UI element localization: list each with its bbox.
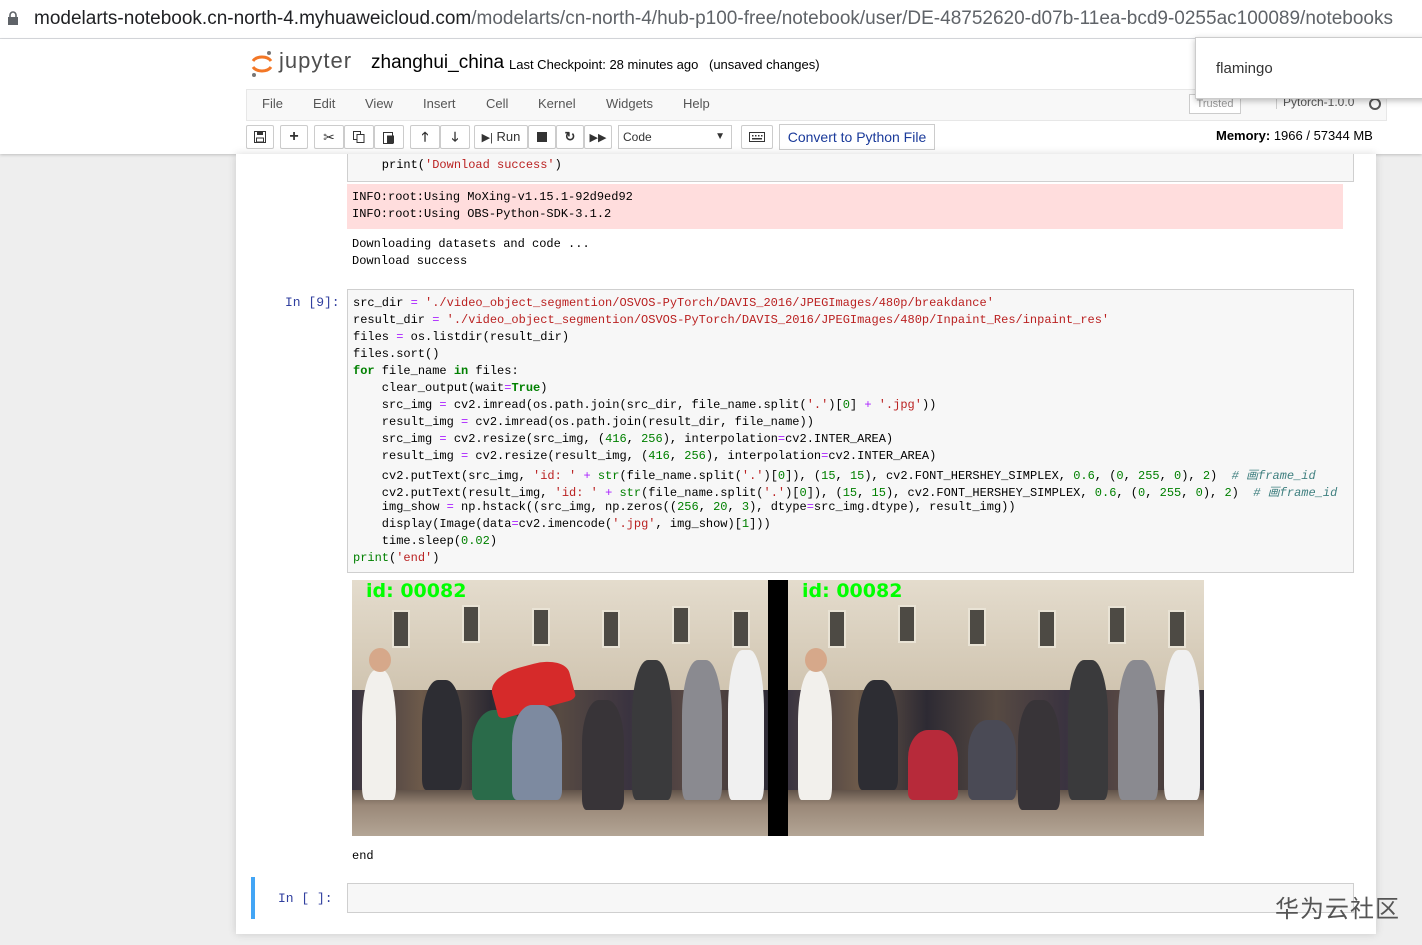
code-line: cv2.putText(src_img, 'id: ' + str(file_n…	[353, 469, 1316, 483]
menu-file[interactable]: File	[262, 96, 283, 111]
code-line: src_img = cv2.resize(src_img, (416, 256)…	[353, 432, 894, 446]
cell-type-select[interactable]: Code ▼	[618, 125, 732, 149]
cell-2-prompt: In [9]:	[285, 295, 340, 310]
cut-icon: ✂	[323, 129, 335, 145]
fast-forward-icon: ▶▶	[589, 132, 607, 144]
stdout-line: Download success	[352, 254, 468, 268]
keyboard-icon	[749, 132, 765, 142]
plus-icon: +	[289, 128, 299, 145]
restart-run-all-button[interactable]: ▶▶	[584, 125, 612, 149]
stderr-output: INFO:root:Using MoXing-v1.15.1-92d9ed92 …	[347, 184, 1343, 229]
code-line: files.sort()	[353, 347, 440, 361]
unsaved-status: (unsaved changes)	[709, 57, 820, 72]
frame-id-label: id: 00082	[366, 580, 467, 602]
stderr-line: INFO:root:Using OBS-Python-SDK-3.1.2	[352, 207, 612, 221]
chevron-down-icon: ▼	[715, 131, 725, 142]
code-line: result_dir = './video_object_segmention/…	[353, 313, 1110, 327]
code-cell-1-input[interactable]: print('Download success')	[347, 154, 1354, 182]
insert-cell-button[interactable]: +	[280, 125, 308, 149]
code-line: clear_output(wait=True)	[353, 381, 548, 395]
run-label: Run	[496, 129, 521, 144]
code-cell-3-input[interactable]	[347, 883, 1354, 913]
stdout-line: Downloading datasets and code ...	[352, 237, 590, 251]
memory-label: Memory:	[1216, 128, 1271, 143]
menu-insert[interactable]: Insert	[423, 96, 456, 111]
watermark-text: 华为云社区	[1275, 895, 1400, 923]
paste-icon	[383, 132, 394, 144]
run-icon: ▶|	[481, 132, 493, 144]
cut-button[interactable]: ✂	[314, 125, 344, 149]
menu-widgets[interactable]: Widgets	[606, 96, 653, 111]
stdout-output: Downloading datasets and code ... Downloa…	[352, 236, 590, 270]
move-down-button[interactable]: 🡓	[440, 125, 470, 149]
image-divider	[768, 580, 788, 836]
arrow-up-icon: 🡑	[421, 129, 429, 144]
url-domain: modelarts-notebook.cn-north-4.myhuaweicl…	[34, 8, 472, 29]
code-line: display(Image(data=cv2.imencode('.jpg', …	[353, 517, 771, 531]
save-button[interactable]	[246, 125, 274, 149]
url-path: /modelarts/cn-north-4/hub-p100-free/note…	[471, 8, 1393, 29]
stderr-line: INFO:root:Using MoXing-v1.15.1-92d9ed92	[352, 190, 633, 204]
convert-to-python-button[interactable]: Convert to Python File	[779, 124, 935, 150]
code-line: print('Download success')	[353, 158, 562, 172]
code-cell-2-input[interactable]: src_dir = './video_object_segmention/OSV…	[347, 289, 1354, 573]
browser-url-bar[interactable]: modelarts-notebook.cn-north-4.myhuaweicl…	[0, 0, 1422, 39]
paste-button[interactable]	[374, 125, 404, 149]
user-name: flamingo	[1216, 60, 1273, 77]
memory-usage: Memory: 1966 / 57344 MB	[1216, 128, 1373, 143]
inpainted-frame-image: id: 00082	[788, 580, 1204, 836]
menu-help[interactable]: Help	[683, 96, 710, 111]
cell-3-prompt: In [ ]:	[278, 891, 333, 906]
menu-cell[interactable]: Cell	[486, 96, 508, 111]
image-output: id: 00082 id: 00082	[352, 580, 1204, 836]
restart-button[interactable]: ↻	[556, 125, 584, 149]
cell-type-value: Code	[623, 130, 652, 144]
run-button[interactable]: ▶| Run	[474, 125, 528, 149]
code-line: time.sleep(0.02)	[353, 534, 498, 548]
move-up-button[interactable]: 🡑	[410, 125, 440, 149]
code-line: src_img = cv2.imread(os.path.join(src_di…	[353, 398, 937, 412]
frame-id-label: id: 00082	[802, 580, 903, 602]
command-palette-button[interactable]	[741, 125, 773, 149]
jupyter-logo-icon	[251, 51, 273, 77]
source-frame-image: id: 00082	[352, 580, 768, 836]
menu-edit[interactable]: Edit	[313, 96, 335, 111]
stdout-output-end: end	[352, 849, 374, 863]
copy-icon	[353, 131, 365, 143]
code-line: result_img = cv2.resize(result_img, (416…	[353, 449, 937, 463]
lock-icon	[8, 11, 18, 25]
code-line: cv2.putText(result_img, 'id: ' + str(fil…	[353, 486, 1338, 500]
stop-icon	[537, 132, 547, 142]
arrow-down-icon: 🡓	[451, 129, 459, 144]
code-line: img_show = np.hstack((src_img, np.zeros(…	[353, 500, 1016, 514]
menu-view[interactable]: View	[365, 96, 393, 111]
menu-kernel[interactable]: Kernel	[538, 96, 576, 111]
save-icon	[254, 131, 266, 143]
checkpoint-status: Last Checkpoint: 28 minutes ago	[509, 57, 699, 72]
user-popup[interactable]: flamingo	[1195, 37, 1422, 99]
kernel-idle-icon	[1369, 98, 1381, 110]
code-line: result_img = cv2.imread(os.path.join(res…	[353, 415, 814, 429]
url-text[interactable]: modelarts-notebook.cn-north-4.myhuaweicl…	[34, 8, 1393, 30]
notebook-name[interactable]: zhanghui_china	[371, 52, 504, 74]
code-line: files = os.listdir(result_dir)	[353, 330, 570, 344]
code-line: src_dir = './video_object_segmention/OSV…	[353, 296, 994, 310]
code-line: print('end')	[353, 551, 440, 565]
code-line: for file_name in files:	[353, 364, 519, 378]
restart-icon: ↻	[564, 129, 576, 144]
jupyter-logo-text[interactable]: jupyter	[279, 48, 352, 74]
copy-button[interactable]	[344, 125, 374, 149]
memory-value: 1966 / 57344 MB	[1273, 128, 1373, 143]
interrupt-button[interactable]	[528, 125, 556, 149]
